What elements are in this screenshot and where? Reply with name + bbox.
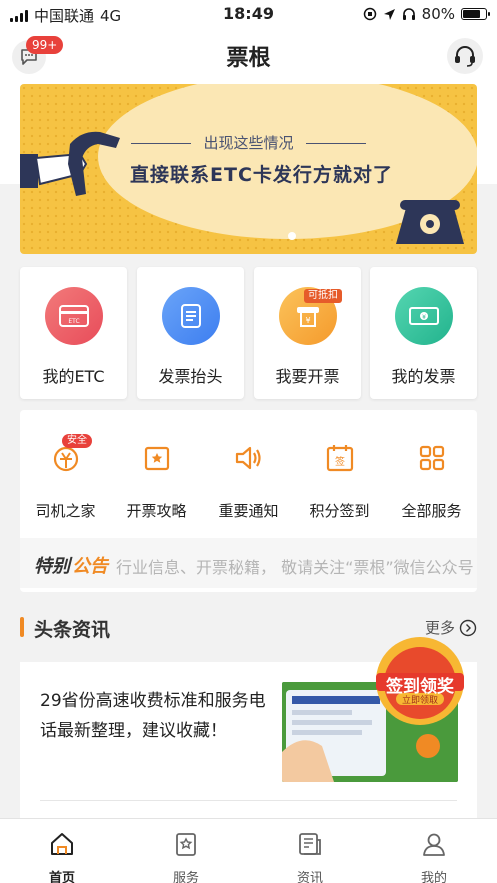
- status-right: 80%: [363, 5, 490, 23]
- news-icon: [299, 833, 321, 855]
- my-invoice-icon: ¥: [395, 287, 453, 345]
- tab-label: 首页: [48, 871, 75, 883]
- service-driver-home[interactable]: 安全 司机之家: [20, 434, 111, 524]
- safety-badge: 安全: [62, 434, 92, 448]
- battery-percent: 80%: [421, 5, 455, 23]
- svg-text:ETC: ETC: [68, 318, 79, 325]
- notice-text: 行业信息、开票秘籍， 敬请关注“票根”微信公众号: [116, 558, 474, 577]
- profile-icon: [423, 833, 445, 856]
- quick-action-invoice-header[interactable]: 发票抬头: [137, 267, 244, 399]
- banner-line1-text: 出现这些情况: [203, 134, 294, 152]
- tab-home[interactable]: 首页: [0, 829, 124, 883]
- orientation-lock-icon: [363, 7, 376, 21]
- deductible-tag: 可抵扣: [304, 289, 342, 303]
- special-notice-bar[interactable]: 特别 公告 行业信息、开票秘籍， 敬请关注“票根”微信公众号: [20, 538, 477, 588]
- page-title: 票根: [226, 46, 271, 71]
- service-invoice-guide[interactable]: 开票攻略: [111, 434, 202, 524]
- banner-line1: 出现这些情况: [20, 132, 477, 153]
- customer-service-button[interactable]: [447, 38, 483, 74]
- tab-news[interactable]: 资讯: [248, 829, 372, 883]
- headline-title: 头条资讯: [34, 619, 111, 641]
- banner-page-indicator: [288, 232, 296, 240]
- notice-speaker-icon: [231, 440, 267, 476]
- banner-line2: 直接联系ETC卡发行方就对了: [130, 164, 393, 186]
- svg-text:签: 签: [335, 455, 345, 468]
- service-label: 全部服务: [401, 502, 462, 520]
- quick-action-label: 发票抬头: [158, 367, 223, 386]
- quick-action-label: 我的发票: [391, 367, 456, 386]
- quick-action-my-invoice[interactable]: ¥ 我的发票: [370, 267, 477, 399]
- service-icon: [176, 833, 196, 856]
- headphones-icon: [402, 8, 415, 20]
- battery-fill: [463, 10, 480, 18]
- quick-action-label: 我的ETC: [42, 367, 105, 386]
- checkin-reward-floating-badge[interactable]: 签到领奖 立即领取: [372, 633, 468, 729]
- battery-icon: [461, 8, 490, 20]
- invoice-header-icon: [162, 287, 220, 345]
- svg-text:¥: ¥: [305, 316, 310, 325]
- quick-action-my-etc[interactable]: ETC 我的ETC: [20, 267, 127, 399]
- bottom-tab-bar: 首页 服务 资讯 我的: [0, 818, 497, 883]
- grid-apps-icon: [414, 440, 450, 476]
- quick-action-issue-invoice[interactable]: ¥ 可抵扣 我要开票: [254, 267, 361, 399]
- location-icon: [383, 8, 395, 20]
- service-label: 积分签到: [309, 502, 370, 520]
- service-label: 司机之家: [35, 502, 96, 520]
- tab-label: 服务: [172, 871, 199, 883]
- tab-label: 资讯: [296, 871, 323, 883]
- service-points-checkin[interactable]: 签 积分签到: [294, 434, 385, 524]
- app-header: 99+ 票根: [0, 28, 497, 84]
- card-divider: [40, 800, 457, 801]
- news-article-title: 29省份高速收费标准和服务电话最新整理，建议收藏！: [40, 691, 266, 741]
- svg-text:¥: ¥: [422, 314, 426, 321]
- promo-banner[interactable]: 出现这些情况 直接联系ETC卡发行方就对了: [20, 84, 477, 254]
- quick-action-label: 我要开票: [275, 367, 340, 386]
- service-label: 重要通知: [218, 502, 279, 520]
- tab-service[interactable]: 服务: [124, 829, 248, 883]
- notice-tag-special: 特别: [34, 556, 70, 577]
- services-panel: 安全 司机之家 开票攻略 重要通知 签 积分签到 全部服务 特别 公告 行业信息…: [20, 410, 477, 592]
- service-label: 开票攻略: [126, 502, 187, 520]
- home-icon: [51, 833, 73, 855]
- service-all-services[interactable]: 全部服务: [386, 434, 477, 524]
- desk-phone-illustration: [396, 200, 464, 244]
- service-important-notice[interactable]: 重要通知: [203, 434, 294, 524]
- checkin-calendar-icon: 签: [322, 440, 358, 476]
- tab-profile[interactable]: 我的: [372, 829, 496, 883]
- notice-tag-announcement: 公告: [72, 556, 108, 577]
- section-accent-bar: [20, 617, 24, 637]
- headset-icon: [455, 46, 475, 67]
- status-bar: 中国联通 4G 18:49 80%: [0, 0, 497, 28]
- badge-subtitle: 立即领取: [401, 696, 438, 706]
- invoice-guide-icon: [139, 440, 175, 476]
- etc-card-icon: ETC: [45, 287, 103, 345]
- tab-label: 我的: [420, 871, 447, 883]
